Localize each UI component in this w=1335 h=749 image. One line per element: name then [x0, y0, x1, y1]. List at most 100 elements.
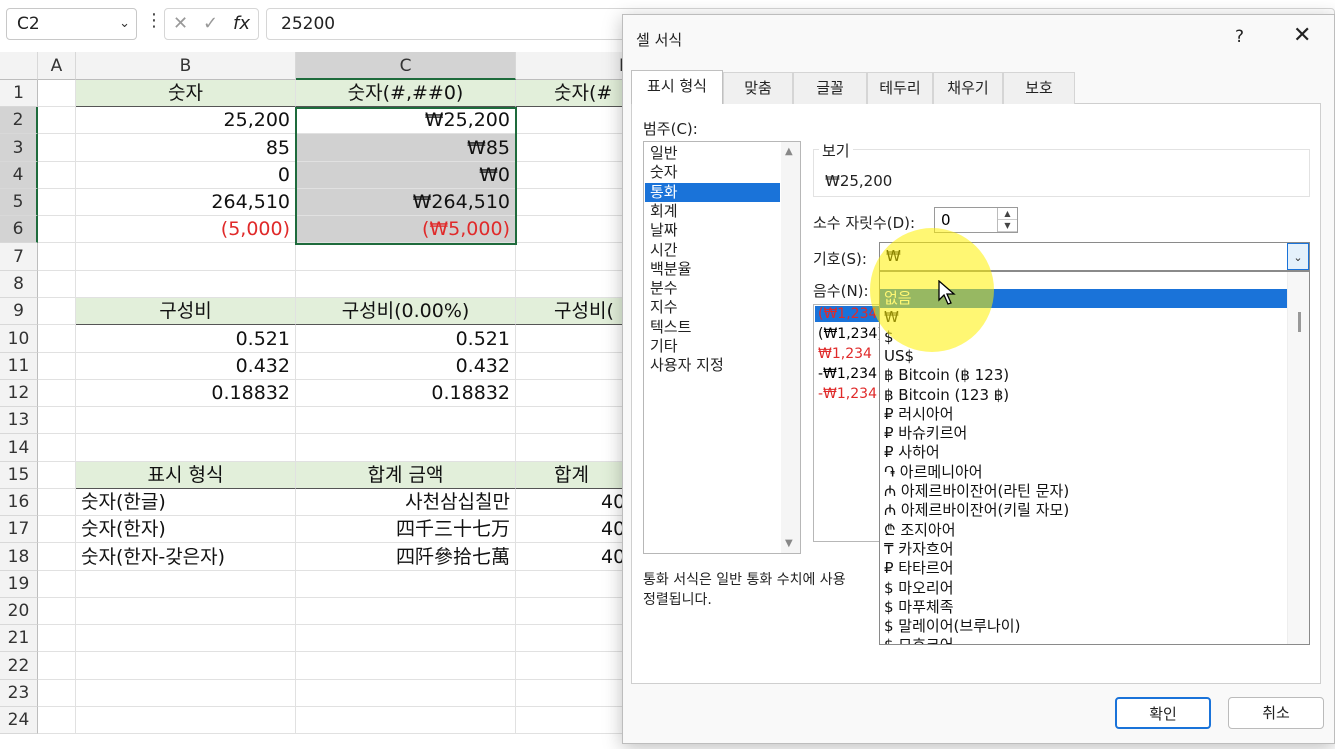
- cell-b8[interactable]: [76, 271, 296, 298]
- cell-c6[interactable]: (₩5,000): [296, 216, 516, 243]
- cell-b9[interactable]: 구성비: [76, 298, 296, 325]
- cell-b22[interactable]: [76, 652, 296, 680]
- cell-b16[interactable]: 숫자(한글): [76, 489, 296, 516]
- symbol-option[interactable]: $: [880, 328, 1287, 347]
- cell-b1[interactable]: 숫자: [76, 80, 296, 107]
- cell[interactable]: [38, 298, 76, 325]
- cell-b14[interactable]: [76, 434, 296, 462]
- cell-b4[interactable]: 0: [76, 162, 296, 189]
- cell[interactable]: [38, 134, 76, 162]
- cell-c9[interactable]: 구성비(0.00%): [296, 298, 516, 325]
- category-scrollbar[interactable]: ▲ ▼: [781, 142, 800, 553]
- cell[interactable]: [38, 380, 76, 407]
- cell-b10[interactable]: 0.521: [76, 325, 296, 353]
- cell[interactable]: [38, 598, 76, 625]
- more-icon[interactable]: ⋮: [145, 10, 163, 31]
- symbol-option[interactable]: $ 마오리어: [880, 579, 1287, 598]
- cell[interactable]: [38, 243, 76, 271]
- cell-b2[interactable]: 25,200: [76, 107, 296, 134]
- cell-b18[interactable]: 숫자(한자-갖은자): [76, 543, 296, 571]
- symbol-option[interactable]: $ 마푸체족: [880, 598, 1287, 617]
- category-item[interactable]: 백분율: [645, 260, 780, 279]
- row-header-12[interactable]: 12: [0, 380, 38, 407]
- category-item[interactable]: 텍스트: [645, 318, 780, 337]
- tab-number[interactable]: 표시 형식: [631, 70, 723, 104]
- cell-b5[interactable]: 264,510: [76, 189, 296, 216]
- cell-b12[interactable]: 0.18832: [76, 380, 296, 407]
- cell-c24[interactable]: [296, 707, 516, 734]
- spin-down-icon[interactable]: ▼: [998, 220, 1017, 232]
- row-header-22[interactable]: 22: [0, 652, 38, 680]
- symbol-option[interactable]: ₽ 러시아어: [880, 405, 1287, 424]
- cell-c5[interactable]: ₩264,510: [296, 189, 516, 216]
- row-header-15[interactable]: 15: [0, 462, 38, 489]
- row-header-19[interactable]: 19: [0, 571, 38, 598]
- select-all-corner[interactable]: [0, 52, 38, 80]
- cell-b3[interactable]: 85: [76, 134, 296, 162]
- symbol-option[interactable]: US$: [880, 347, 1287, 366]
- cell[interactable]: [38, 107, 76, 134]
- row-header-20[interactable]: 20: [0, 598, 38, 625]
- negative-item[interactable]: (₩1,234): [815, 306, 880, 322]
- cell-b23[interactable]: [76, 680, 296, 707]
- cell-b24[interactable]: [76, 707, 296, 734]
- category-item[interactable]: 숫자: [645, 163, 780, 182]
- negative-numbers-list[interactable]: (₩1,234) (₩1,234) ₩1,234 -₩1,234 -₩1,234: [813, 304, 881, 542]
- cell-b6[interactable]: (5,000): [76, 216, 296, 243]
- cancel-button[interactable]: 취소: [1228, 697, 1324, 729]
- symbol-option[interactable]: ฿ Bitcoin (123 ฿): [880, 386, 1287, 405]
- cell[interactable]: [38, 625, 76, 652]
- row-header-18[interactable]: 18: [0, 543, 38, 571]
- cell[interactable]: [38, 407, 76, 434]
- cell-c7[interactable]: [296, 243, 516, 271]
- cell[interactable]: [38, 516, 76, 543]
- cell-c22[interactable]: [296, 652, 516, 680]
- tab-fill[interactable]: 채우기: [933, 72, 1003, 104]
- cell-c10[interactable]: 0.521: [296, 325, 516, 353]
- symbol-option[interactable]: ₽ 사하어: [880, 443, 1287, 462]
- symbol-option[interactable]: ₽ 바슈키르어: [880, 424, 1287, 443]
- symbol-option[interactable]: ₼ 아제르바이잔어(라틴 문자): [880, 482, 1287, 501]
- cell[interactable]: [38, 543, 76, 571]
- cell-c12[interactable]: 0.18832: [296, 380, 516, 407]
- cell-c21[interactable]: [296, 625, 516, 652]
- negative-item[interactable]: -₩1,234: [818, 366, 877, 382]
- row-header-7[interactable]: 7: [0, 243, 38, 271]
- function-icon[interactable]: fx: [233, 9, 250, 39]
- scrollbar-thumb[interactable]: [1298, 312, 1301, 332]
- decimal-places-spinner[interactable]: 0 ▲ ▼: [934, 207, 1018, 233]
- row-header-23[interactable]: 23: [0, 680, 38, 707]
- cell[interactable]: [38, 80, 76, 107]
- symbol-option[interactable]: $ 모호크어: [880, 636, 1287, 644]
- cancel-icon[interactable]: ✕: [173, 9, 188, 39]
- column-header-a[interactable]: A: [38, 52, 76, 80]
- symbol-option[interactable]: ₩: [880, 308, 1287, 327]
- cell[interactable]: [38, 652, 76, 680]
- symbol-option[interactable]: ₽ 타타르어: [880, 559, 1287, 578]
- cell[interactable]: [38, 189, 76, 216]
- cell-c18[interactable]: 四阡參拾七萬: [296, 543, 516, 571]
- category-item[interactable]: 지수: [645, 298, 780, 317]
- close-icon[interactable]: ✕: [1293, 23, 1311, 48]
- help-icon[interactable]: ?: [1235, 27, 1244, 47]
- cell-c3[interactable]: ₩85: [296, 134, 516, 162]
- tab-protection[interactable]: 보호: [1003, 72, 1075, 104]
- cell[interactable]: [38, 162, 76, 189]
- category-item[interactable]: 회계: [645, 202, 780, 221]
- cell-b7[interactable]: [76, 243, 296, 271]
- negative-item[interactable]: (₩1,234): [818, 326, 880, 342]
- cell-c11[interactable]: 0.432: [296, 353, 516, 380]
- negative-item[interactable]: ₩1,234: [818, 346, 872, 362]
- cell-b15[interactable]: 표시 형식: [76, 462, 296, 489]
- cell[interactable]: [38, 707, 76, 734]
- cell[interactable]: [38, 353, 76, 380]
- cell-b20[interactable]: [76, 598, 296, 625]
- row-header-1[interactable]: 1: [0, 80, 38, 107]
- spin-up-icon[interactable]: ▲: [998, 208, 1017, 220]
- row-header-8[interactable]: 8: [0, 271, 38, 298]
- category-item[interactable]: 통화: [645, 182, 780, 202]
- cell[interactable]: [38, 462, 76, 489]
- cell-b19[interactable]: [76, 571, 296, 598]
- cell[interactable]: [38, 325, 76, 353]
- row-header-6[interactable]: 6: [0, 216, 38, 243]
